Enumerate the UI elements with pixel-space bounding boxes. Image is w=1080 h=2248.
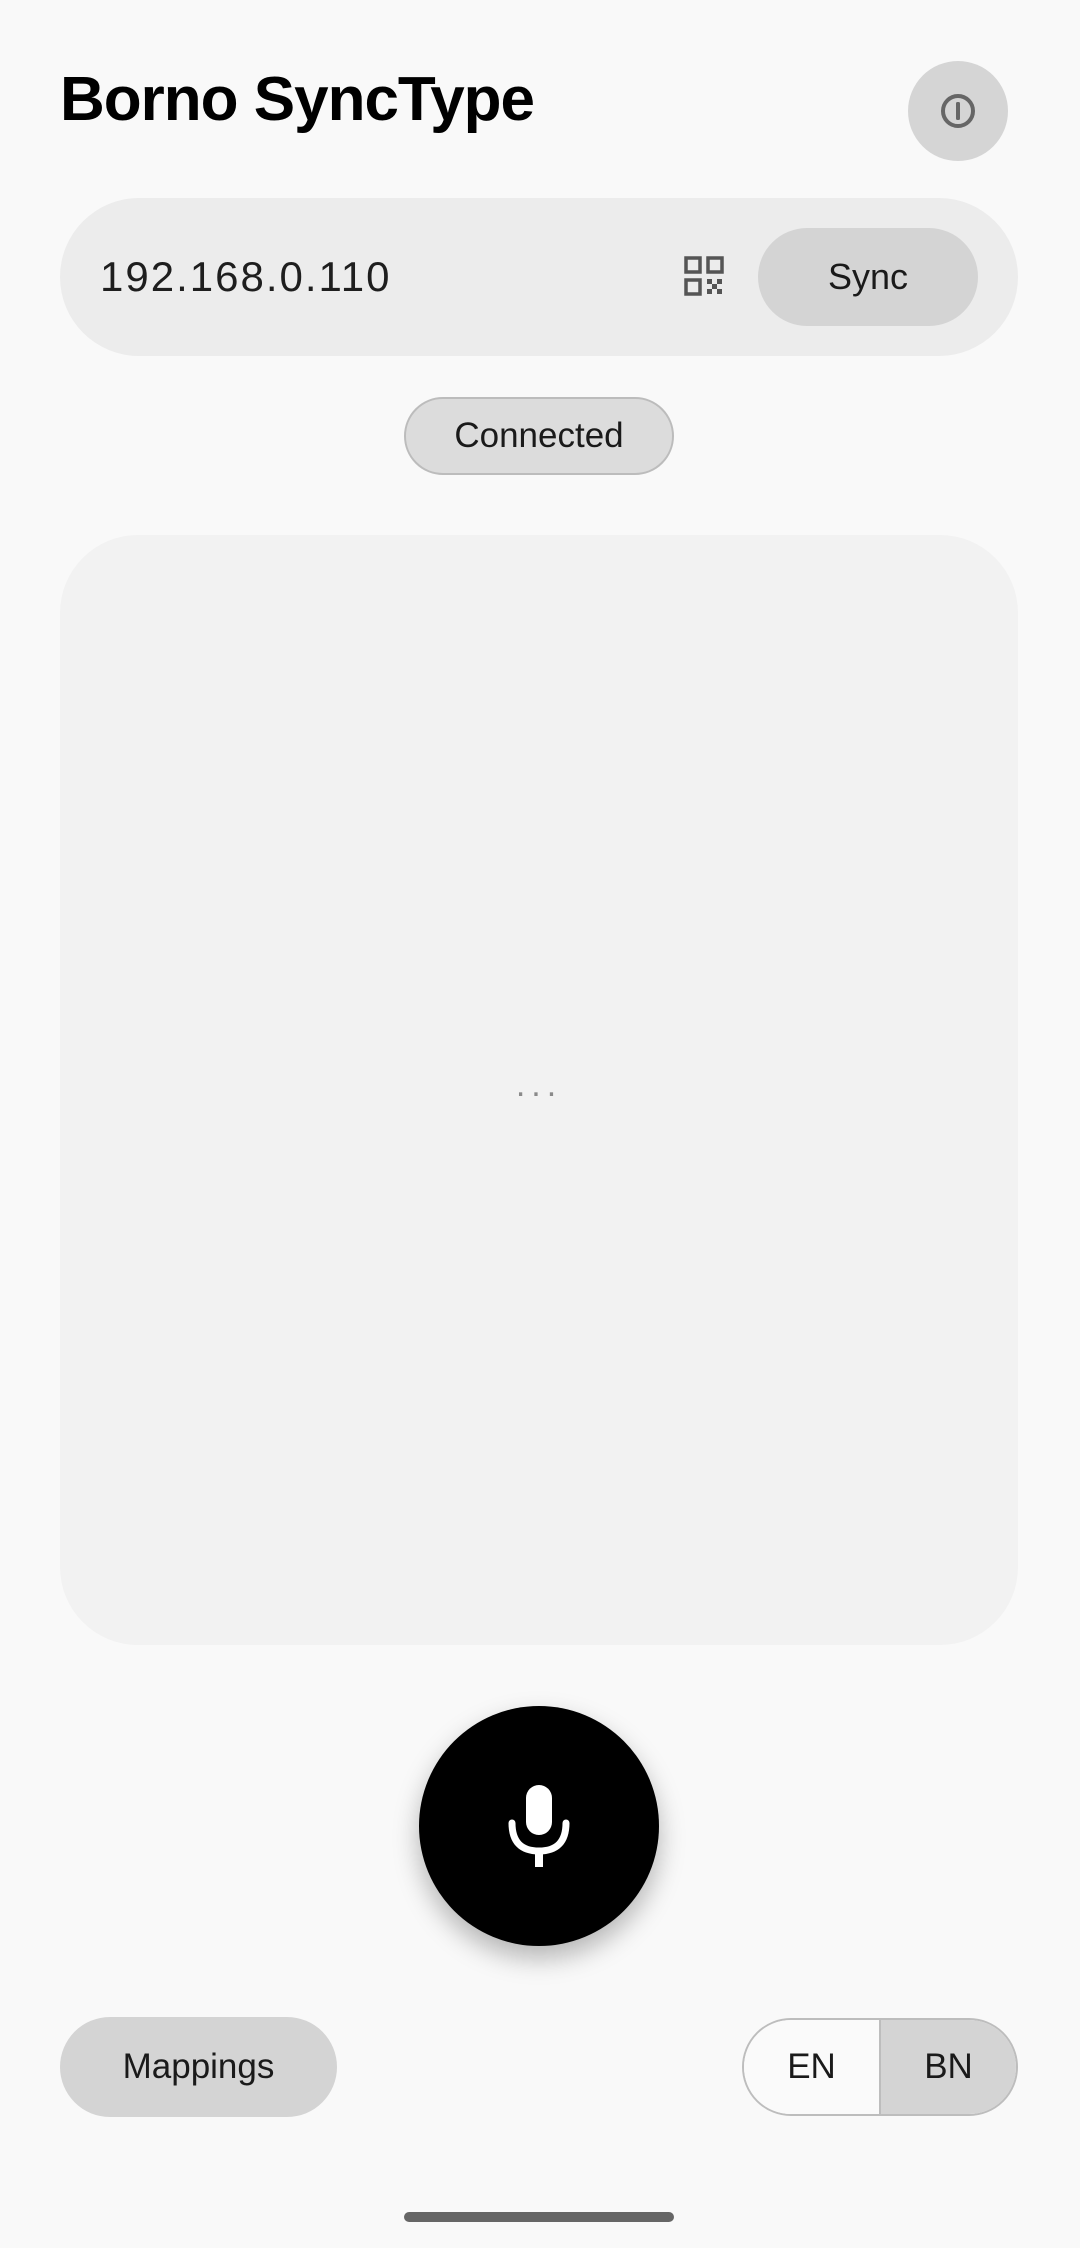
qr-scan-button[interactable] [672, 244, 736, 308]
connection-status-badge: Connected [404, 397, 674, 475]
language-option-bn[interactable]: BN [881, 2020, 1016, 2114]
transcript-panel: ... [60, 535, 1018, 1645]
power-icon [941, 94, 975, 128]
transcript-placeholder: ... [515, 1066, 563, 1104]
sync-button[interactable]: Sync [758, 228, 978, 326]
microphone-icon [508, 1785, 570, 1867]
mappings-button[interactable]: Mappings [60, 2017, 337, 2117]
power-button[interactable] [908, 61, 1008, 161]
qr-code-icon [684, 256, 724, 296]
language-option-en[interactable]: EN [744, 2020, 881, 2114]
ip-address-input[interactable]: 192.168.0.110 [100, 248, 391, 306]
language-toggle: EN BN [742, 2018, 1018, 2116]
home-indicator[interactable] [404, 2212, 674, 2222]
app-title: Borno SyncType [60, 65, 535, 134]
microphone-button[interactable] [419, 1706, 659, 1946]
app-screen: Borno SyncType 192.168.0.110 Sync Connec… [0, 0, 1080, 2248]
server-address-bar: 192.168.0.110 Sync [60, 198, 1018, 356]
